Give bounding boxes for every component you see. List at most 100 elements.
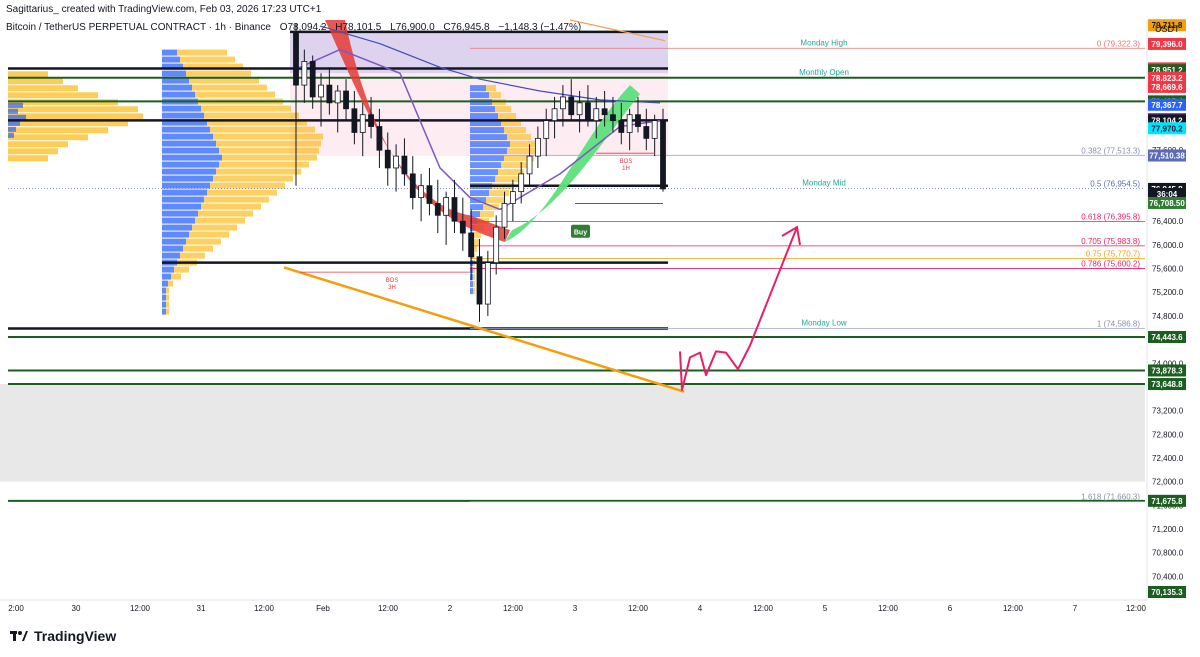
volume-profile-bar xyxy=(501,162,529,169)
candle-body xyxy=(293,31,299,86)
volume-profile-bar xyxy=(162,84,192,91)
candle-body xyxy=(509,191,516,204)
volume-profile-bar xyxy=(473,267,475,274)
time-axis-tick: 12:00 xyxy=(878,604,899,613)
volume-profile-bar xyxy=(162,133,213,140)
price-axis-tick: 75,200.0 xyxy=(1152,288,1184,297)
volume-profile-bar xyxy=(162,154,222,161)
volume-profile-bar xyxy=(162,294,166,301)
fib-level-label: 0.786 (75,600.2) xyxy=(1081,260,1140,269)
volume-profile-bar xyxy=(201,105,291,112)
volume-profile-bar xyxy=(162,301,166,308)
ohlc-low: L76,900.0 xyxy=(390,22,435,33)
candle-body xyxy=(459,220,466,234)
time-axis-tick: 6 xyxy=(948,604,953,613)
volume-profile-bar xyxy=(473,232,481,239)
candle-body xyxy=(493,226,500,264)
volume-profile-bar xyxy=(8,106,138,113)
candle-body xyxy=(501,203,508,228)
volume-profile-bar xyxy=(162,287,166,294)
volume-profile-bar xyxy=(470,113,498,120)
volume-profile-bar xyxy=(162,168,216,175)
volume-profile-bar xyxy=(166,308,169,315)
volume-profile-bar xyxy=(222,154,317,161)
bos-label: 3H xyxy=(388,285,396,291)
bos-label: BOS xyxy=(386,278,399,284)
candle-body xyxy=(543,120,550,139)
price-axis-tick: 72,400.0 xyxy=(1152,454,1184,463)
candle-body xyxy=(401,155,408,175)
candle-body xyxy=(534,137,541,157)
volume-profile-bar xyxy=(204,112,299,119)
price-tag-label: 79,396.0 xyxy=(1151,40,1183,49)
price-axis-tick: 75,600.0 xyxy=(1152,265,1184,274)
price-tag-label: 78,367.7 xyxy=(1151,101,1183,110)
volume-profile-bar xyxy=(162,70,186,77)
volume-profile-bar xyxy=(162,238,186,245)
ohlc-open: O78,094.2 xyxy=(279,22,327,33)
volume-profile-bar xyxy=(177,49,227,56)
volume-profile-bar xyxy=(210,126,315,133)
volume-profile-bar xyxy=(162,224,192,231)
volume-profile-bar xyxy=(470,155,504,162)
volume-profile-bar xyxy=(162,56,180,63)
price-axis-tick: 73,200.0 xyxy=(1152,407,1184,416)
volume-profile-bar xyxy=(216,168,301,175)
candle-body xyxy=(560,96,566,110)
volume-profile-bar xyxy=(470,127,504,134)
volume-profile-bar xyxy=(8,127,108,134)
candle-body xyxy=(351,108,358,133)
volume-profile-bar xyxy=(162,105,201,112)
volume-profile-bar xyxy=(470,106,495,113)
volume-profile-bar xyxy=(8,102,23,108)
ohlc-high: H78,101.5 xyxy=(335,22,382,33)
price-tag-label: 77,970.2 xyxy=(1151,124,1183,133)
volume-profile-bar xyxy=(180,56,235,63)
volume-profile-bar xyxy=(162,231,189,238)
volume-profile-bar xyxy=(162,196,204,203)
time-axis-tick: 12:00 xyxy=(1003,604,1024,613)
fib-level-label: 0.75 (75,770.7) xyxy=(1086,249,1141,258)
candle-body xyxy=(618,120,625,133)
level-label: Monday Low xyxy=(801,319,847,328)
tradingview-logo[interactable]: TradingView xyxy=(10,628,116,644)
time-axis-tick: 12:00 xyxy=(130,604,151,613)
volume-profile-bar xyxy=(470,176,495,183)
volume-profile-bar xyxy=(470,190,489,197)
volume-profile-bar xyxy=(195,217,245,224)
price-tag-label: 73,878.3 xyxy=(1151,366,1183,375)
fib-level-label: 1 (74,586.8) xyxy=(1097,320,1140,329)
time-axis-tick: 2 xyxy=(448,604,453,613)
ohlc-close: C76,945.8 xyxy=(443,22,490,33)
volume-profile-bar xyxy=(162,273,171,280)
time-axis-tick: 12:00 xyxy=(1126,604,1147,613)
bos-label: 1H xyxy=(622,166,630,172)
volume-profile-bar xyxy=(192,84,267,91)
volume-profile-bar xyxy=(168,280,173,287)
volume-profile-bar xyxy=(219,147,319,154)
candle-body xyxy=(484,262,491,305)
volume-profile-bar xyxy=(216,140,321,147)
volume-profile-bar xyxy=(507,134,531,141)
candle-body xyxy=(426,185,433,204)
volume-profile-bar xyxy=(162,245,183,252)
volume-profile-bar xyxy=(8,78,63,85)
volume-profile-bar xyxy=(470,169,498,176)
currency-label: USDT xyxy=(1155,24,1180,34)
volume-profile-bar xyxy=(504,127,526,134)
volume-profile-bar xyxy=(470,288,473,295)
symbol-legend[interactable]: Bitcoin / TetherUS PERPETUAL CONTRACT · … xyxy=(6,22,587,33)
volume-profile-bar xyxy=(180,252,205,259)
volume-profile-bar xyxy=(189,231,229,238)
volume-profile-bar xyxy=(495,176,519,183)
volume-profile-bar xyxy=(489,190,509,197)
top-bar: Sagittarius_ created with TradingView.co… xyxy=(0,0,1200,20)
price-chart[interactable]: 0 (79,322.3) 0.382 (77,513.3) 0.5 (76,954.… xyxy=(0,0,1200,620)
volume-profile-bar xyxy=(162,140,216,147)
buy-label: Buy xyxy=(574,229,587,236)
volume-profile-bar xyxy=(483,204,499,211)
volume-profile-bar xyxy=(162,217,195,224)
volume-profile-bar xyxy=(8,85,78,92)
candle-body xyxy=(368,114,374,127)
symbol-name[interactable]: Bitcoin / TetherUS PERPETUAL CONTRACT · … xyxy=(6,22,271,33)
